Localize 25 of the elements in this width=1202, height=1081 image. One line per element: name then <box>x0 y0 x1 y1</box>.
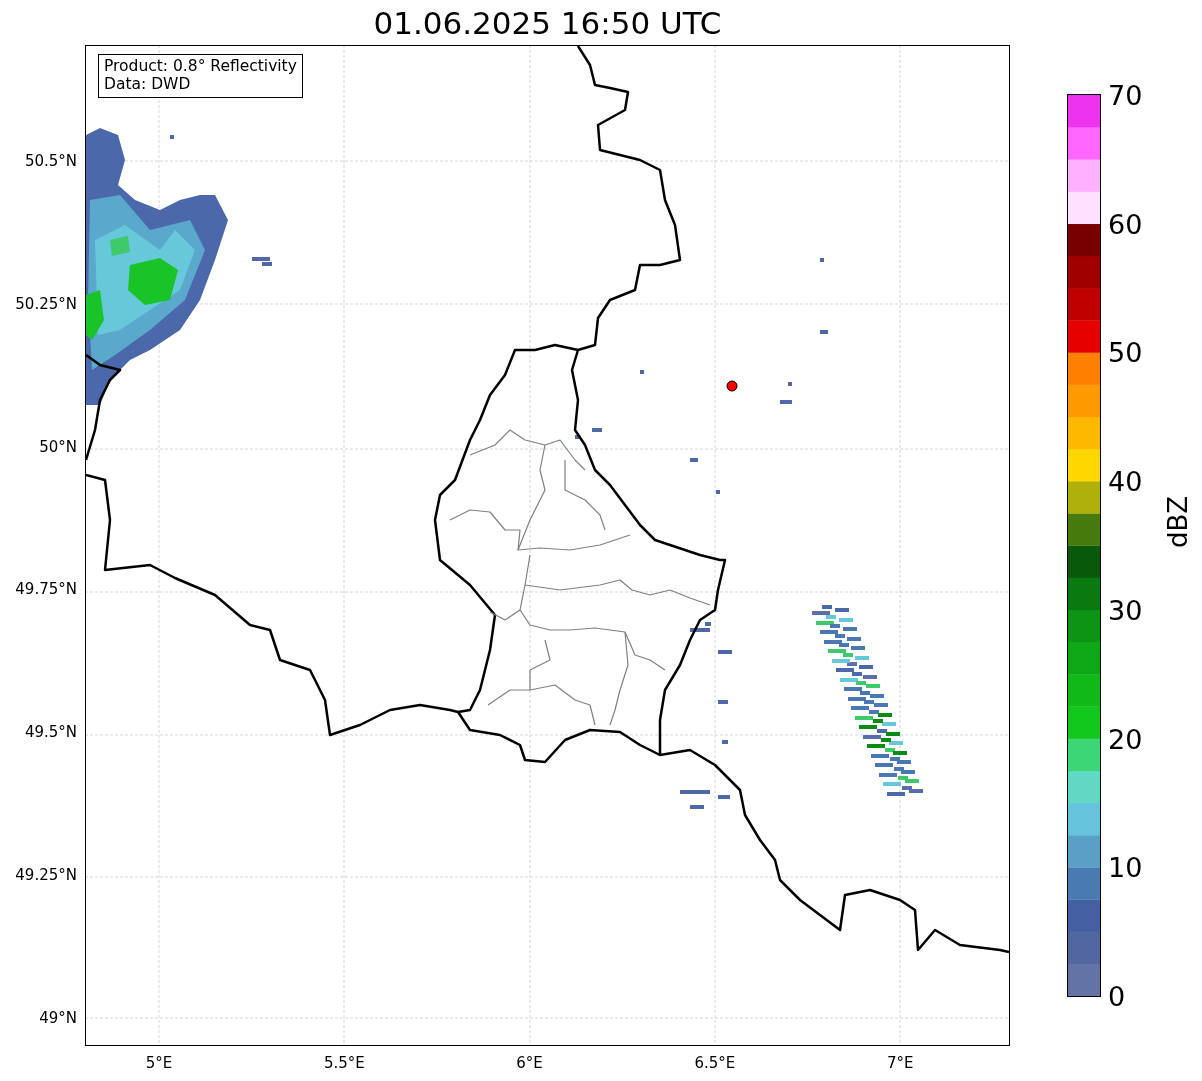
chart-title: 01.06.2025 16:50 UTC <box>372 4 723 43</box>
axis-tick-label: 49.75°N <box>15 579 77 601</box>
axis-tick-label: 5°E <box>145 1053 173 1074</box>
colorbar-tick-label: 0 <box>1108 982 1126 1010</box>
colorbar-tick-label: 70 <box>1108 81 1143 109</box>
legend-text: Product: 0.8° Reflectivity <box>104 58 297 76</box>
colorbar-tick-label: 50 <box>1108 338 1143 366</box>
colorbar-tick-label: 20 <box>1108 725 1143 753</box>
axis-tick-label: 50°N <box>39 436 77 458</box>
axis-tick-label: 50.25°N <box>15 293 77 315</box>
axis-tick-label: 6.5°E <box>694 1053 736 1074</box>
colorbar-tick-label: 30 <box>1108 596 1143 624</box>
colorbar-tick-label: 10 <box>1108 853 1143 881</box>
legend-text: Data: DWD <box>104 75 192 94</box>
colorbar-tick-label: 40 <box>1108 467 1143 495</box>
axis-tick-label: 5.5°E <box>323 1053 365 1074</box>
axis-tick-label: 49.25°N <box>15 864 77 886</box>
axis-tick-label: 49.5°N <box>24 721 77 743</box>
radar-site-marker <box>726 380 738 392</box>
axis-tick-label: 6°E <box>516 1053 543 1074</box>
colorbar-tick-label: 60 <box>1108 210 1143 238</box>
axis-tick-label: 49°N <box>39 1007 77 1029</box>
axis-tick-label: 50.5°N <box>24 150 77 172</box>
axis-tick-label: 7°E <box>886 1053 914 1074</box>
colorbar-label: dBZ <box>1165 495 1191 548</box>
